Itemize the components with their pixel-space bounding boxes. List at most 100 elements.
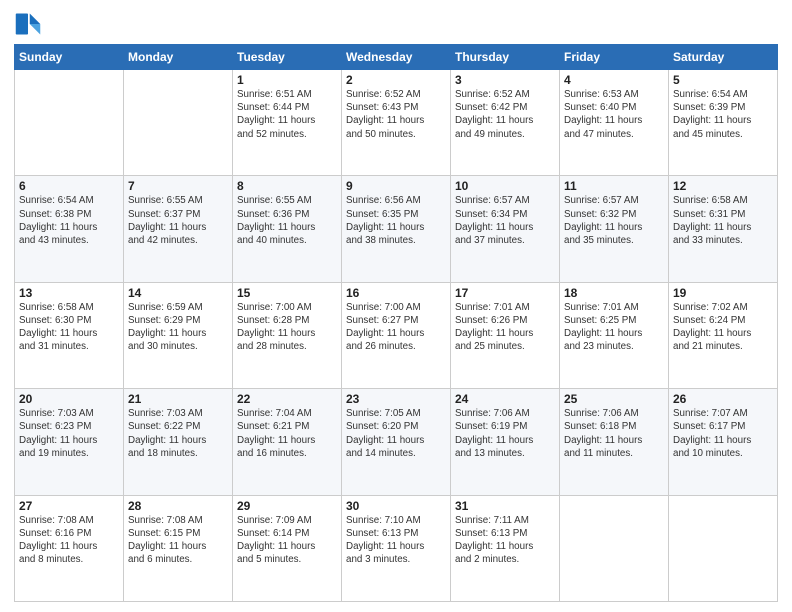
- calendar-cell: 5Sunrise: 6:54 AM Sunset: 6:39 PM Daylig…: [669, 70, 778, 176]
- calendar-cell: 4Sunrise: 6:53 AM Sunset: 6:40 PM Daylig…: [560, 70, 669, 176]
- weekday-header-saturday: Saturday: [669, 45, 778, 70]
- day-info: Sunrise: 7:06 AM Sunset: 6:18 PM Dayligh…: [564, 407, 664, 460]
- calendar-table: SundayMondayTuesdayWednesdayThursdayFrid…: [14, 44, 778, 602]
- calendar-cell: 16Sunrise: 7:00 AM Sunset: 6:27 PM Dayli…: [342, 282, 451, 388]
- day-number: 11: [564, 179, 664, 193]
- calendar-cell: 2Sunrise: 6:52 AM Sunset: 6:43 PM Daylig…: [342, 70, 451, 176]
- calendar-cell: [15, 70, 124, 176]
- calendar-week-4: 20Sunrise: 7:03 AM Sunset: 6:23 PM Dayli…: [15, 389, 778, 495]
- day-info: Sunrise: 7:04 AM Sunset: 6:21 PM Dayligh…: [237, 407, 337, 460]
- day-number: 8: [237, 179, 337, 193]
- day-info: Sunrise: 7:06 AM Sunset: 6:19 PM Dayligh…: [455, 407, 555, 460]
- calendar-cell: 19Sunrise: 7:02 AM Sunset: 6:24 PM Dayli…: [669, 282, 778, 388]
- calendar-cell: 31Sunrise: 7:11 AM Sunset: 6:13 PM Dayli…: [451, 495, 560, 601]
- day-number: 22: [237, 392, 337, 406]
- day-number: 15: [237, 286, 337, 300]
- calendar-cell: 25Sunrise: 7:06 AM Sunset: 6:18 PM Dayli…: [560, 389, 669, 495]
- day-info: Sunrise: 7:01 AM Sunset: 6:25 PM Dayligh…: [564, 301, 664, 354]
- day-info: Sunrise: 7:02 AM Sunset: 6:24 PM Dayligh…: [673, 301, 773, 354]
- header: [14, 10, 778, 38]
- calendar-cell: 22Sunrise: 7:04 AM Sunset: 6:21 PM Dayli…: [233, 389, 342, 495]
- logo-icon: [14, 10, 42, 38]
- day-info: Sunrise: 6:56 AM Sunset: 6:35 PM Dayligh…: [346, 194, 446, 247]
- day-number: 4: [564, 73, 664, 87]
- weekday-header-tuesday: Tuesday: [233, 45, 342, 70]
- day-number: 23: [346, 392, 446, 406]
- calendar-cell: 9Sunrise: 6:56 AM Sunset: 6:35 PM Daylig…: [342, 176, 451, 282]
- weekday-header-wednesday: Wednesday: [342, 45, 451, 70]
- day-info: Sunrise: 6:52 AM Sunset: 6:42 PM Dayligh…: [455, 88, 555, 141]
- day-info: Sunrise: 6:54 AM Sunset: 6:39 PM Dayligh…: [673, 88, 773, 141]
- calendar-cell: 18Sunrise: 7:01 AM Sunset: 6:25 PM Dayli…: [560, 282, 669, 388]
- day-info: Sunrise: 6:55 AM Sunset: 6:36 PM Dayligh…: [237, 194, 337, 247]
- calendar-cell: 3Sunrise: 6:52 AM Sunset: 6:42 PM Daylig…: [451, 70, 560, 176]
- calendar-cell: 8Sunrise: 6:55 AM Sunset: 6:36 PM Daylig…: [233, 176, 342, 282]
- day-info: Sunrise: 7:00 AM Sunset: 6:27 PM Dayligh…: [346, 301, 446, 354]
- calendar-cell: 20Sunrise: 7:03 AM Sunset: 6:23 PM Dayli…: [15, 389, 124, 495]
- calendar-cell: 14Sunrise: 6:59 AM Sunset: 6:29 PM Dayli…: [124, 282, 233, 388]
- weekday-header-row: SundayMondayTuesdayWednesdayThursdayFrid…: [15, 45, 778, 70]
- day-info: Sunrise: 7:08 AM Sunset: 6:16 PM Dayligh…: [19, 514, 119, 567]
- calendar-cell: 30Sunrise: 7:10 AM Sunset: 6:13 PM Dayli…: [342, 495, 451, 601]
- calendar-cell: 12Sunrise: 6:58 AM Sunset: 6:31 PM Dayli…: [669, 176, 778, 282]
- day-info: Sunrise: 6:51 AM Sunset: 6:44 PM Dayligh…: [237, 88, 337, 141]
- day-info: Sunrise: 7:01 AM Sunset: 6:26 PM Dayligh…: [455, 301, 555, 354]
- day-info: Sunrise: 6:59 AM Sunset: 6:29 PM Dayligh…: [128, 301, 228, 354]
- day-info: Sunrise: 7:03 AM Sunset: 6:22 PM Dayligh…: [128, 407, 228, 460]
- day-info: Sunrise: 7:05 AM Sunset: 6:20 PM Dayligh…: [346, 407, 446, 460]
- day-number: 5: [673, 73, 773, 87]
- logo: [14, 10, 46, 38]
- calendar-cell: 7Sunrise: 6:55 AM Sunset: 6:37 PM Daylig…: [124, 176, 233, 282]
- calendar-cell: [124, 70, 233, 176]
- calendar-cell: 27Sunrise: 7:08 AM Sunset: 6:16 PM Dayli…: [15, 495, 124, 601]
- calendar-cell: 15Sunrise: 7:00 AM Sunset: 6:28 PM Dayli…: [233, 282, 342, 388]
- calendar-cell: 26Sunrise: 7:07 AM Sunset: 6:17 PM Dayli…: [669, 389, 778, 495]
- calendar-cell: 28Sunrise: 7:08 AM Sunset: 6:15 PM Dayli…: [124, 495, 233, 601]
- day-number: 21: [128, 392, 228, 406]
- day-number: 7: [128, 179, 228, 193]
- day-info: Sunrise: 7:07 AM Sunset: 6:17 PM Dayligh…: [673, 407, 773, 460]
- page: SundayMondayTuesdayWednesdayThursdayFrid…: [0, 0, 792, 612]
- day-number: 29: [237, 499, 337, 513]
- day-number: 27: [19, 499, 119, 513]
- day-number: 28: [128, 499, 228, 513]
- day-number: 31: [455, 499, 555, 513]
- day-number: 26: [673, 392, 773, 406]
- day-info: Sunrise: 6:57 AM Sunset: 6:34 PM Dayligh…: [455, 194, 555, 247]
- calendar-cell: 21Sunrise: 7:03 AM Sunset: 6:22 PM Dayli…: [124, 389, 233, 495]
- weekday-header-sunday: Sunday: [15, 45, 124, 70]
- day-info: Sunrise: 6:53 AM Sunset: 6:40 PM Dayligh…: [564, 88, 664, 141]
- day-info: Sunrise: 7:00 AM Sunset: 6:28 PM Dayligh…: [237, 301, 337, 354]
- day-info: Sunrise: 7:08 AM Sunset: 6:15 PM Dayligh…: [128, 514, 228, 567]
- day-number: 14: [128, 286, 228, 300]
- day-info: Sunrise: 7:10 AM Sunset: 6:13 PM Dayligh…: [346, 514, 446, 567]
- day-info: Sunrise: 6:52 AM Sunset: 6:43 PM Dayligh…: [346, 88, 446, 141]
- day-number: 24: [455, 392, 555, 406]
- calendar-cell: [669, 495, 778, 601]
- day-info: Sunrise: 6:57 AM Sunset: 6:32 PM Dayligh…: [564, 194, 664, 247]
- day-info: Sunrise: 7:11 AM Sunset: 6:13 PM Dayligh…: [455, 514, 555, 567]
- calendar-cell: 24Sunrise: 7:06 AM Sunset: 6:19 PM Dayli…: [451, 389, 560, 495]
- calendar-body: 1Sunrise: 6:51 AM Sunset: 6:44 PM Daylig…: [15, 70, 778, 602]
- calendar-cell: 1Sunrise: 6:51 AM Sunset: 6:44 PM Daylig…: [233, 70, 342, 176]
- calendar-cell: 6Sunrise: 6:54 AM Sunset: 6:38 PM Daylig…: [15, 176, 124, 282]
- day-number: 20: [19, 392, 119, 406]
- day-number: 25: [564, 392, 664, 406]
- calendar-cell: 29Sunrise: 7:09 AM Sunset: 6:14 PM Dayli…: [233, 495, 342, 601]
- day-number: 10: [455, 179, 555, 193]
- weekday-header-thursday: Thursday: [451, 45, 560, 70]
- calendar-week-2: 6Sunrise: 6:54 AM Sunset: 6:38 PM Daylig…: [15, 176, 778, 282]
- calendar-cell: 13Sunrise: 6:58 AM Sunset: 6:30 PM Dayli…: [15, 282, 124, 388]
- calendar-week-5: 27Sunrise: 7:08 AM Sunset: 6:16 PM Dayli…: [15, 495, 778, 601]
- day-info: Sunrise: 6:54 AM Sunset: 6:38 PM Dayligh…: [19, 194, 119, 247]
- weekday-header-friday: Friday: [560, 45, 669, 70]
- day-number: 18: [564, 286, 664, 300]
- calendar-week-3: 13Sunrise: 6:58 AM Sunset: 6:30 PM Dayli…: [15, 282, 778, 388]
- calendar-cell: 10Sunrise: 6:57 AM Sunset: 6:34 PM Dayli…: [451, 176, 560, 282]
- day-number: 9: [346, 179, 446, 193]
- calendar-cell: 11Sunrise: 6:57 AM Sunset: 6:32 PM Dayli…: [560, 176, 669, 282]
- day-info: Sunrise: 6:55 AM Sunset: 6:37 PM Dayligh…: [128, 194, 228, 247]
- day-info: Sunrise: 7:09 AM Sunset: 6:14 PM Dayligh…: [237, 514, 337, 567]
- day-number: 1: [237, 73, 337, 87]
- day-info: Sunrise: 7:03 AM Sunset: 6:23 PM Dayligh…: [19, 407, 119, 460]
